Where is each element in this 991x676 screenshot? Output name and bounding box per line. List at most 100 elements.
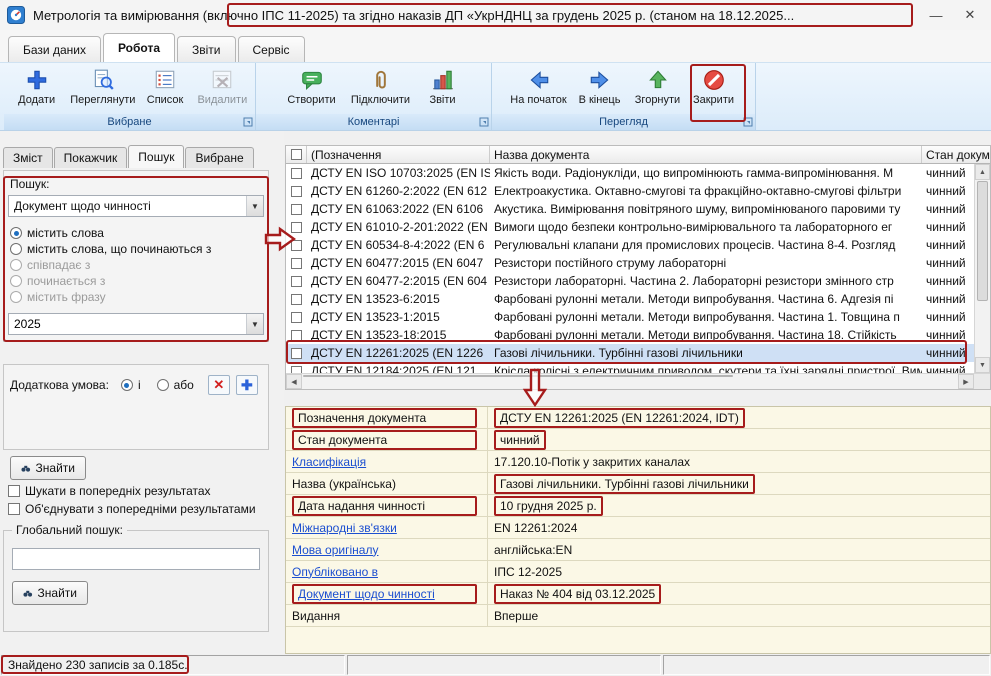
radio-icon [10, 275, 22, 287]
table-row[interactable]: ДСТУ EN 61010-2-201:2022 (ENВимоги щодо … [286, 218, 974, 236]
group-caption-view: Перегляд [492, 114, 755, 130]
row-checkbox[interactable] [291, 348, 302, 359]
collapse-button[interactable]: Згорнути [629, 66, 687, 114]
column-header-code[interactable]: (Позначення [307, 146, 490, 163]
table-row[interactable]: ДСТУ EN 61260-2:2022 (EN 612Електроакуст… [286, 182, 974, 200]
detail-value: Вперше [494, 609, 538, 623]
search-field-dropdown[interactable]: Документ щодо чинності ▼ [8, 195, 264, 217]
remove-condition-button[interactable]: ✕ [208, 375, 230, 395]
global-find-button[interactable]: Знайти [12, 581, 88, 605]
radio-contains-phrase[interactable]: містить фразу [10, 289, 264, 305]
add-button[interactable]: Додати [6, 66, 67, 114]
minimize-button[interactable]: — [919, 0, 953, 30]
search-query-combo[interactable]: ▼ [8, 313, 264, 335]
group-dialog-launcher-icon[interactable] [243, 117, 253, 127]
preview-button[interactable]: Переглянути [67, 66, 138, 114]
scroll-right-icon[interactable]: ▶ [958, 374, 974, 389]
arrow-right-icon [588, 68, 612, 92]
group-dialog-launcher-icon[interactable] [479, 117, 489, 127]
row-checkbox[interactable] [291, 258, 302, 269]
radio-contains-words[interactable]: містить слова [10, 225, 264, 241]
search-query-input[interactable] [9, 317, 246, 331]
radio-begins-with[interactable]: починається з [10, 273, 264, 289]
table-row[interactable]: ДСТУ EN 12184:2025 (EN 121Крісла колісні… [286, 362, 974, 373]
radio-and[interactable] [121, 379, 133, 391]
row-checkbox[interactable] [291, 186, 302, 197]
radio-or[interactable] [157, 379, 169, 391]
comment-attach-button[interactable]: Підключити [345, 66, 417, 114]
chevron-down-icon[interactable]: ▼ [246, 196, 263, 216]
row-checkbox[interactable] [291, 168, 302, 179]
scroll-down-icon[interactable]: ▼ [975, 357, 990, 373]
column-header-status[interactable]: Стан докуме [922, 146, 990, 163]
scrollbar-thumb[interactable] [977, 181, 988, 301]
table-row-selected[interactable]: ДСТУ EN 12261:2025 (EN 1226Газові лічиль… [286, 344, 974, 362]
row-checkbox[interactable] [291, 204, 302, 215]
checkbox-search-previous[interactable]: Шукати в попередніх результатах [8, 484, 211, 498]
comment-create-button[interactable]: Створити [279, 66, 345, 114]
detail-label: Дата надання чинності [292, 496, 477, 516]
table-row[interactable]: ДСТУ EN 60477-2:2015 (EN 604Резистори ла… [286, 272, 974, 290]
radio-starts-with-words[interactable]: містить слова, що починаються з [10, 241, 264, 257]
table-row[interactable]: ДСТУ EN 60534-8-4:2022 (EN 6Регулювальні… [286, 236, 974, 254]
tab-search[interactable]: Пошук [128, 145, 184, 168]
menu-tab-databases[interactable]: Бази даних [8, 36, 101, 62]
radio-matches[interactable]: співпадає з [10, 257, 264, 273]
table-body: ДСТУ EN ISO 10703:2025 (EN ISЯкість води… [286, 164, 974, 373]
search-section: Пошук: Документ щодо чинності ▼ містить … [3, 170, 269, 342]
scrollbar-thumb[interactable] [303, 375, 733, 377]
checkbox-icon [8, 503, 20, 515]
toolbar: Додати Переглянути [0, 62, 991, 131]
go-start-button[interactable]: На початок [507, 66, 571, 114]
table-row[interactable]: ДСТУ EN ISO 10703:2025 (EN ISЯкість води… [286, 164, 974, 182]
find-button[interactable]: Знайти [10, 456, 86, 480]
tab-favorites[interactable]: Вибране [185, 147, 253, 168]
close-window-button[interactable]: ✕ [953, 0, 987, 30]
tab-index[interactable]: Покажчик [54, 147, 128, 168]
list-button[interactable]: Список [138, 66, 191, 114]
row-checkbox[interactable] [291, 276, 302, 287]
detail-link-published-in[interactable]: Опубліковано в [292, 565, 378, 579]
row-checkbox[interactable] [291, 330, 302, 341]
column-header-name[interactable]: Назва документа [490, 146, 922, 163]
tab-contents[interactable]: Зміст [3, 147, 53, 168]
row-checkbox[interactable] [291, 294, 302, 305]
group-dialog-launcher-icon[interactable] [743, 117, 753, 127]
scroll-left-icon[interactable]: ◀ [286, 374, 302, 389]
detail-row: Дата надання чинності 10 грудня 2025 р. [286, 495, 990, 517]
detail-row: Назва (українська) Газові лічильники. Ту… [286, 473, 990, 495]
select-all-checkbox[interactable] [291, 149, 302, 160]
close-db-button[interactable]: Закрити [687, 66, 741, 114]
row-checkbox[interactable] [291, 222, 302, 233]
add-condition-button[interactable]: ✚ [236, 375, 258, 395]
checkbox-merge-previous[interactable]: Об'єднувати з попередніми результатами [8, 502, 256, 516]
vertical-scrollbar[interactable]: ▲ ▼ [974, 164, 990, 373]
delete-button[interactable]: Видалити [192, 66, 253, 114]
chevron-down-icon[interactable]: ▼ [246, 314, 263, 334]
menu-tab-reports[interactable]: Звіти [177, 36, 236, 62]
row-checkbox[interactable] [291, 240, 302, 251]
row-checkbox[interactable] [291, 366, 302, 374]
detail-link-language[interactable]: Мова оригіналу [292, 543, 378, 557]
table-row[interactable]: ДСТУ EN 13523-18:2015Фарбовані рулонні м… [286, 326, 974, 344]
menu-tab-service[interactable]: Сервіс [238, 36, 305, 62]
menu-tab-work[interactable]: Робота [103, 33, 175, 62]
scroll-up-icon[interactable]: ▲ [975, 164, 990, 180]
detail-value: Наказ № 404 від 03.12.2025 [494, 584, 661, 604]
detail-link-classification[interactable]: Класифікація [292, 455, 366, 469]
table-row[interactable]: ДСТУ EN 61063:2022 (EN 6106Акустика. Вим… [286, 200, 974, 218]
comment-reports-button[interactable]: Звіти [417, 66, 469, 114]
horizontal-scrollbar[interactable]: ◀ ▶ [286, 374, 974, 389]
table-row[interactable]: ДСТУ EN 60477:2015 (EN 6047Резистори пос… [286, 254, 974, 272]
detail-link-validity-document[interactable]: Документ щодо чинності [292, 584, 477, 604]
arrow-left-icon [527, 68, 551, 92]
table-row[interactable]: ДСТУ EN 13523-1:2015Фарбовані рулонні ме… [286, 308, 974, 326]
detail-link-international[interactable]: Міжнародні зв'язки [292, 521, 397, 535]
list-icon [153, 68, 177, 92]
scrollbar-corner [974, 374, 990, 389]
row-checkbox[interactable] [291, 312, 302, 323]
global-search-input[interactable] [12, 548, 260, 570]
radio-icon [10, 291, 22, 303]
table-row[interactable]: ДСТУ EN 13523-6:2015Фарбовані рулонні ме… [286, 290, 974, 308]
go-end-button[interactable]: В кінець [571, 66, 629, 114]
